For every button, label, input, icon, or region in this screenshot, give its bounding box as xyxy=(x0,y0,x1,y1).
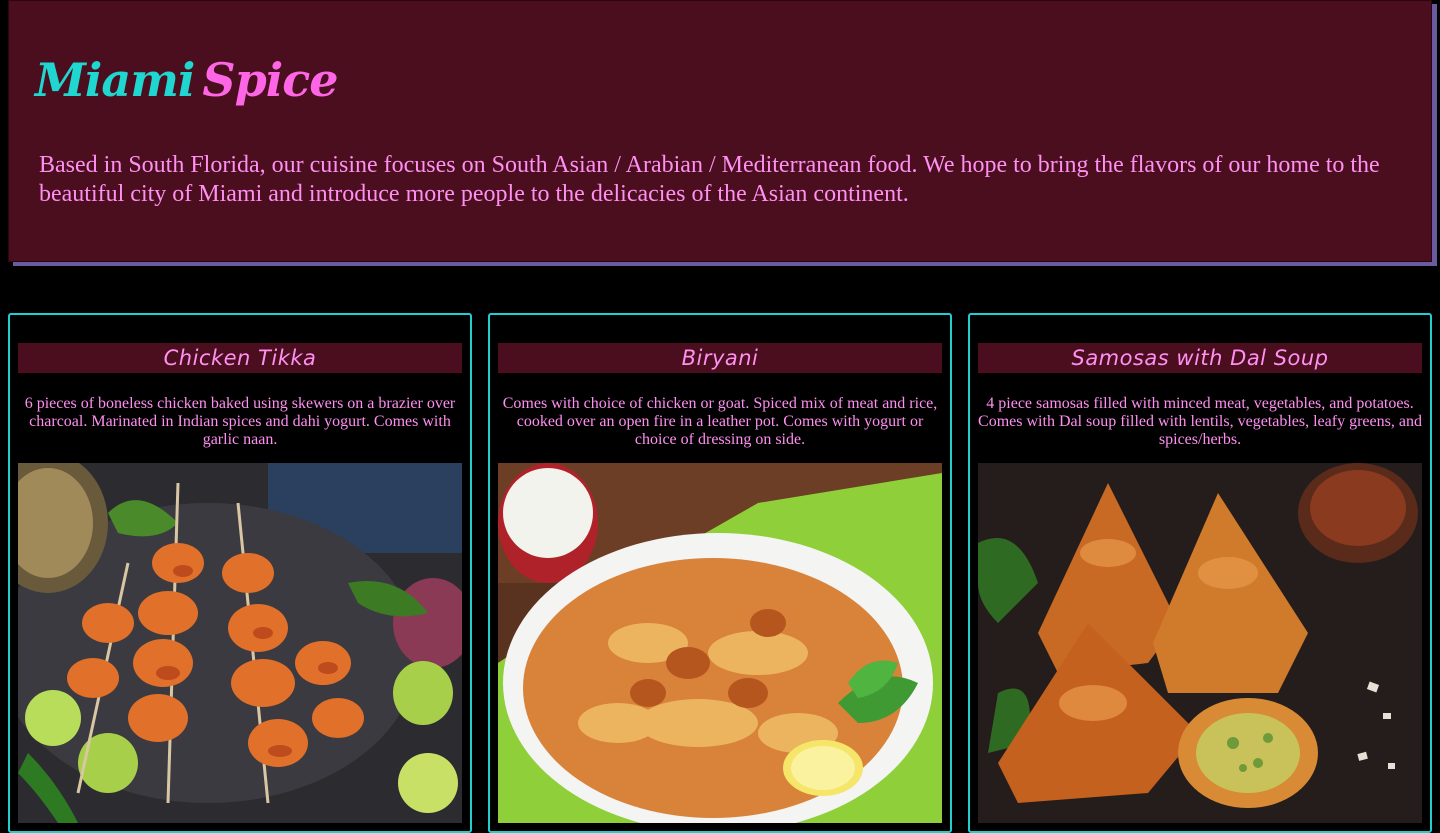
chicken-tikka-photo xyxy=(18,463,462,823)
brand-logo: Miami Spice xyxy=(35,53,339,107)
menu-card-chicken-tikka: Chicken Tikka 6 pieces of boneless chick… xyxy=(8,313,472,833)
menu-cards: Chicken Tikka 6 pieces of boneless chick… xyxy=(8,313,1432,833)
menu-card-description: 6 pieces of boneless chicken baked using… xyxy=(24,395,456,448)
menu-card-description: 4 piece samosas filled with minced meat,… xyxy=(978,395,1422,448)
brand-word-miami: Miami xyxy=(35,53,195,107)
intro-text: Based in South Florida, our cuisine focu… xyxy=(39,152,1380,207)
menu-card-title: Samosas with Dal Soup xyxy=(978,343,1422,373)
samosas-photo xyxy=(978,463,1422,823)
menu-card-title: Biryani xyxy=(498,343,942,373)
brand-word-spice: Spice xyxy=(202,53,338,107)
biryani-photo xyxy=(498,463,942,823)
hero-banner: Miami Spice Based in South Florida, our c… xyxy=(8,0,1432,262)
menu-card-samosas: Samosas with Dal Soup 4 piece samosas fi… xyxy=(968,313,1432,833)
menu-card-description: Comes with choice of chicken or goat. Sp… xyxy=(502,395,938,448)
menu-card-title: Chicken Tikka xyxy=(18,343,462,373)
menu-card-biryani: Biryani Comes with choice of chicken or … xyxy=(488,313,952,833)
